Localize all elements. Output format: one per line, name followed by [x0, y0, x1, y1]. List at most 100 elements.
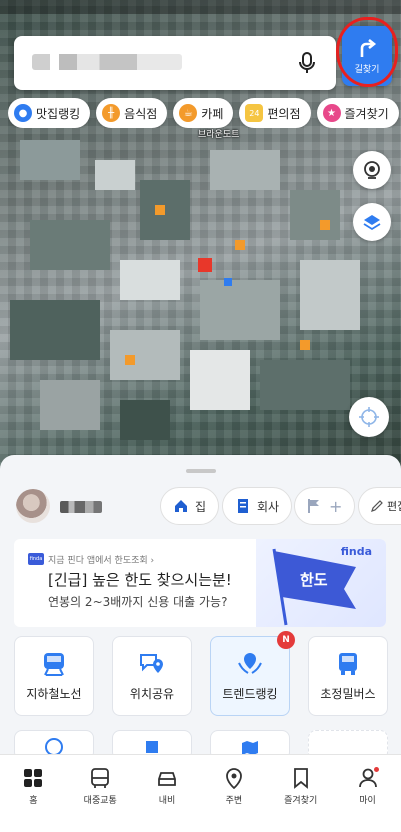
- add-place-label: +: [329, 496, 343, 516]
- location-share-icon: [140, 653, 163, 673]
- map-poi: [235, 240, 245, 250]
- ad-illustration: finda 한도: [256, 539, 386, 627]
- home-icon: [175, 500, 187, 512]
- map-poi: [320, 220, 330, 230]
- tile-location-share[interactable]: 위치공유: [112, 636, 192, 716]
- trend-ranking-icon: [238, 652, 262, 674]
- chip-label: 맛집랭킹: [36, 106, 81, 121]
- car-icon: [158, 772, 176, 786]
- edit-shortcuts-button[interactable]: 편집: [358, 487, 401, 525]
- crosshair-icon: [359, 407, 379, 427]
- add-place-button[interactable]: +: [294, 487, 356, 525]
- nav-my[interactable]: 마이: [334, 755, 401, 832]
- home-shortcut-button[interactable]: 집: [160, 487, 220, 525]
- chip-label: 즐겨찾기: [344, 106, 389, 121]
- nav-favorites[interactable]: 즐겨찾기: [267, 755, 334, 832]
- mic-icon[interactable]: [292, 48, 322, 78]
- map-tile: [290, 190, 340, 240]
- utensils-icon: ╫: [102, 104, 121, 122]
- bookmark-icon: [293, 768, 308, 789]
- map-tile: [20, 140, 80, 180]
- avatar[interactable]: [16, 489, 50, 523]
- tile-label: 위치공유: [129, 686, 175, 701]
- turn-right-arrow-icon: [360, 38, 377, 57]
- nav-label: 마이: [359, 796, 376, 806]
- document-icon: [146, 741, 158, 753]
- tile-label: 지하철노선: [26, 686, 82, 701]
- tile-trend-ranking[interactable]: N 트렌드랭킹: [210, 631, 295, 716]
- sheet-drag-handle[interactable]: [186, 469, 216, 473]
- map-place-label: 브라운도트: [198, 130, 240, 140]
- nav-transit[interactable]: 대중교통: [67, 755, 134, 832]
- map-tile: [190, 350, 250, 410]
- work-shortcut-label: 회사: [257, 499, 280, 514]
- bus-icon: [339, 652, 357, 675]
- flag-icon: [308, 499, 319, 513]
- compass-icon: [45, 738, 63, 755]
- map-tile: [300, 260, 360, 330]
- map-tile: [10, 300, 100, 360]
- ad-source: 지금 핀다 앱에서 한도조회 ›: [48, 556, 155, 566]
- store-24-icon: 24: [245, 104, 264, 122]
- status-bar: [0, 0, 401, 14]
- nav-label: 주변: [225, 796, 243, 806]
- work-shortcut-button[interactable]: 회사: [222, 487, 293, 525]
- pin-ranking-icon: ●: [14, 104, 32, 122]
- nav-navi[interactable]: 내비: [134, 755, 201, 832]
- map-tile: [200, 280, 280, 340]
- map-icon: [242, 741, 258, 755]
- layers-icon: [363, 215, 381, 231]
- route-button-label: 길찾기: [354, 64, 380, 75]
- route-button[interactable]: 길찾기: [342, 26, 392, 86]
- notification-dot: [373, 767, 379, 772]
- map-tile: [30, 220, 110, 270]
- chip-label: 카페: [201, 106, 224, 121]
- nav-home[interactable]: 홈: [0, 755, 67, 832]
- chip-label: 음식점: [124, 106, 158, 121]
- nav-label: 대중교통: [83, 796, 117, 806]
- chip-convenience-store[interactable]: 24 편의점: [239, 98, 311, 128]
- nav-label: 내비: [158, 796, 176, 806]
- ad-title: [긴급] 높은 한도 찾으시는분!: [48, 571, 232, 589]
- tile-label: 트렌드랭킹: [222, 686, 278, 701]
- nav-label: 즐겨찾기: [284, 796, 318, 806]
- home-grid-icon: [24, 769, 43, 787]
- chip-cafe[interactable]: ☕ 카페: [173, 98, 234, 128]
- bottom-nav: 홈 대중교통 내비 주변 즐겨찾기 마이: [0, 754, 401, 832]
- map-poi: [155, 205, 165, 215]
- edit-label: 편집: [387, 500, 401, 513]
- category-chips: ● 맛집랭킹 ╫ 음식점 ☕ 카페 24 편의점 ★ 즐겨찾기: [8, 98, 401, 128]
- pencil-icon: [371, 500, 383, 512]
- tile-subway-map[interactable]: 지하철노선: [14, 636, 94, 716]
- map-poi: [300, 340, 310, 350]
- tile-precise-bus[interactable]: 초정밀버스: [308, 636, 388, 716]
- chip-restaurants[interactable]: ╫ 음식점: [96, 98, 168, 128]
- map-poi: [125, 355, 135, 365]
- nav-label: 홈: [29, 796, 38, 806]
- map-tile: [40, 380, 100, 430]
- coffee-icon: ☕: [179, 104, 198, 122]
- building-icon: [238, 499, 248, 513]
- subway-icon: [44, 652, 64, 676]
- nav-nearby[interactable]: 주변: [200, 755, 267, 832]
- profile-row: 집 회사 + 편집: [0, 485, 401, 529]
- map-tile: [120, 260, 180, 300]
- search-bar[interactable]: [14, 36, 336, 90]
- cctv-button[interactable]: [353, 151, 391, 189]
- finda-logo: finda: [28, 553, 44, 565]
- star-icon: ★: [322, 104, 341, 122]
- ad-banner[interactable]: finda 지금 핀다 앱에서 한도조회 › [긴급] 높은 한도 찾으시는분!…: [14, 539, 386, 627]
- ad-flag-text: 한도: [300, 571, 328, 589]
- chip-restaurant-ranking[interactable]: ● 맛집랭킹: [8, 98, 91, 128]
- chip-favorites[interactable]: ★ 즐겨찾기: [316, 98, 399, 128]
- search-input-redacted[interactable]: [32, 54, 182, 70]
- tile-label: 초정밀버스: [320, 686, 376, 701]
- my-location-button[interactable]: [349, 397, 389, 437]
- username-redacted: [60, 501, 102, 513]
- bus-front-icon: [91, 768, 110, 788]
- map-tile: [210, 150, 280, 190]
- new-badge: N: [277, 631, 295, 649]
- map-tile: [140, 180, 190, 240]
- map-layers-button[interactable]: [353, 203, 391, 241]
- map-tile: [120, 400, 170, 440]
